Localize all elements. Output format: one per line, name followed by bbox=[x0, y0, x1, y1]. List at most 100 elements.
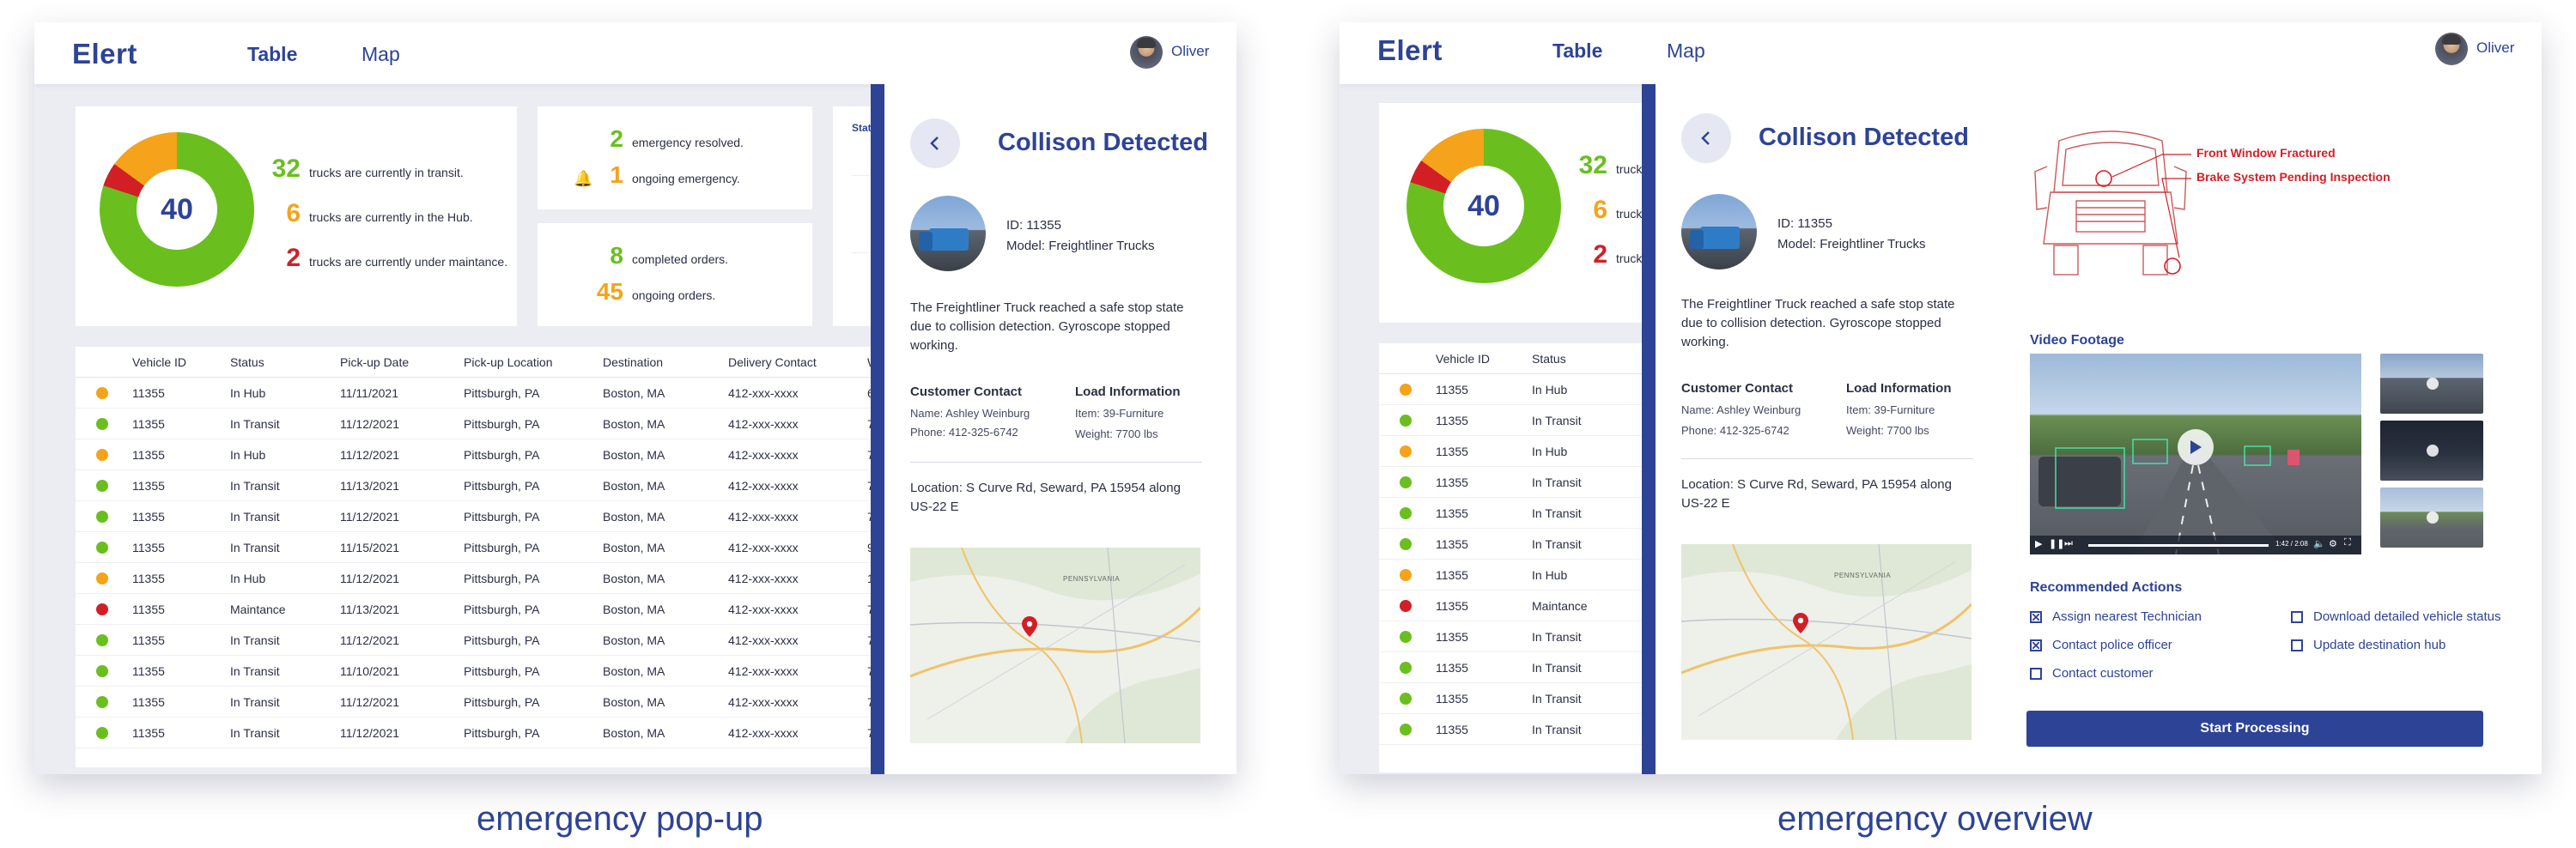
vehicle-id-cell: 11355 bbox=[1436, 691, 1468, 706]
app-logo[interactable]: Elert bbox=[1377, 34, 1443, 67]
avatar[interactable] bbox=[2435, 33, 2468, 65]
stat-number: 2 bbox=[610, 125, 623, 152]
table-row[interactable]: 11355 In Transit bbox=[1379, 498, 1654, 529]
pickup-date-cell: 11/12/2021 bbox=[340, 633, 400, 647]
action-checkbox[interactable]: Update destination hub bbox=[2291, 638, 2445, 652]
customer-phone[interactable]: Phone: 412-325-6742 bbox=[1681, 424, 1789, 437]
action-checkbox[interactable]: Download detailed vehicle status bbox=[2291, 609, 2500, 624]
recommended-actions-heading: Recommended Actions bbox=[2030, 580, 2183, 595]
status-dot bbox=[96, 695, 108, 708]
table-row[interactable]: 11355 In Hub bbox=[1379, 436, 1654, 467]
vehicle-id-cell: 11355 bbox=[132, 725, 165, 740]
table-row[interactable]: 11355 In Transit 11/10/2021 Pittsburgh, PA B… bbox=[76, 656, 902, 687]
table-row[interactable]: 11355 In Transit bbox=[1379, 529, 1654, 560]
stat-number: 32 bbox=[1578, 151, 1607, 179]
col-vehicle-id[interactable]: Vehicle ID bbox=[132, 355, 186, 369]
video-scrubber[interactable] bbox=[2088, 544, 2269, 547]
table-row[interactable]: 11355 In Transit 11/12/2021 Pittsburgh, PA B… bbox=[76, 687, 902, 718]
table-row[interactable]: 11355 In Hub 11/12/2021 Pittsburgh, PA Bosto… bbox=[76, 563, 902, 594]
checkbox-empty-icon[interactable] bbox=[2291, 610, 2303, 623]
pickup-location-cell: Pittsburgh, PA bbox=[464, 478, 540, 493]
table-row[interactable]: 11355 In Transit bbox=[1379, 714, 1654, 745]
status-cell: In Transit bbox=[230, 663, 280, 678]
video-time: 1:42 / 2:08 bbox=[2275, 540, 2308, 548]
user-name[interactable]: Oliver bbox=[2476, 39, 2514, 57]
table-row[interactable]: 11355 In Transit 11/13/2021 Pittsburgh, PA B… bbox=[76, 470, 902, 501]
settings-icon[interactable]: ⚙ bbox=[2329, 538, 2337, 549]
fullscreen-icon[interactable]: ⛶ bbox=[2344, 537, 2351, 548]
action-checkbox[interactable]: Contact customer bbox=[2030, 666, 2154, 681]
checkbox-checked-icon[interactable] bbox=[2030, 639, 2042, 651]
checkbox-checked-icon[interactable] bbox=[2030, 610, 2042, 623]
location-map[interactable]: PENNSYLVANIA bbox=[910, 548, 1200, 743]
table-row[interactable]: 11355 In Transit 11/12/2021 Pittsburgh, PA B… bbox=[76, 718, 902, 748]
vehicle-id-cell: 11355 bbox=[132, 478, 165, 493]
avatar[interactable] bbox=[1130, 36, 1163, 69]
panel-resize-bar[interactable] bbox=[871, 84, 884, 774]
pickup-location-cell: Pittsburgh, PA bbox=[464, 694, 540, 709]
emergency-popup-screen: Elert Table Map Oliver 40 32 trucks are c… bbox=[34, 22, 1236, 774]
table-row[interactable]: 11355 In Transit bbox=[1379, 652, 1654, 683]
pickup-location-cell: Pittsburgh, PA bbox=[464, 725, 540, 740]
video-player[interactable]: ▶ ❚❚ ⏭ 1:42 / 2:08 🔈 ⚙ ⛶ bbox=[2030, 354, 2361, 554]
skip-icon[interactable]: ⏭ bbox=[2064, 538, 2073, 549]
vehicle-id-cell: 11355 bbox=[1436, 536, 1468, 551]
action-checkbox[interactable]: Contact police officer bbox=[2030, 638, 2172, 652]
tab-map[interactable]: Map bbox=[1667, 39, 1705, 63]
play-small-icon[interactable]: ▶ bbox=[2035, 538, 2042, 549]
tab-table[interactable]: Table bbox=[1552, 39, 1602, 63]
back-button[interactable] bbox=[1681, 113, 1731, 163]
map-pin-icon[interactable] bbox=[1793, 613, 1808, 633]
table-row[interactable]: 11355 In Transit 11/12/2021 Pittsburgh, PA B… bbox=[76, 501, 902, 532]
table-row[interactable]: 11355 In Transit bbox=[1379, 405, 1654, 436]
col-status[interactable]: Status bbox=[230, 355, 264, 369]
checkbox-empty-icon[interactable] bbox=[2291, 639, 2303, 651]
table-row[interactable]: 11355 In Transit bbox=[1379, 467, 1654, 498]
table-row[interactable]: 11355 In Transit bbox=[1379, 683, 1654, 714]
table-header: Vehicle ID Status bbox=[1379, 343, 1654, 374]
start-processing-button[interactable]: Start Processing bbox=[2026, 711, 2483, 747]
emergency-ongoing[interactable]: 1 ongoing emergency. bbox=[572, 161, 739, 189]
status-cell: In Transit bbox=[230, 416, 280, 431]
video-thumbnail[interactable] bbox=[2380, 421, 2483, 481]
tab-map[interactable]: Map bbox=[361, 43, 400, 66]
map-pin-icon[interactable] bbox=[1022, 616, 1037, 637]
customer-phone[interactable]: Phone: 412-325-6742 bbox=[910, 426, 1018, 439]
table-row[interactable]: 11355 In Hub 11/12/2021 Pittsburgh, PA Bosto… bbox=[76, 439, 902, 470]
table-row[interactable]: 11355 In Hub bbox=[1379, 374, 1654, 405]
col-pickup-location[interactable]: Pick-up Location bbox=[464, 355, 553, 369]
destination-cell: Boston, MA bbox=[603, 385, 665, 400]
table-row[interactable]: 11355 In Hub 11/11/2021 Pittsburgh, PA Bosto… bbox=[76, 378, 902, 409]
status-dot bbox=[96, 633, 108, 646]
pickup-date-cell: 11/13/2021 bbox=[340, 602, 400, 616]
pause-icon[interactable]: ❚❚ bbox=[2049, 538, 2064, 549]
action-checkbox[interactable]: Assign nearest Technician bbox=[2030, 609, 2202, 624]
panel-resize-bar[interactable] bbox=[1642, 84, 1656, 774]
checkbox-empty-icon[interactable] bbox=[2030, 667, 2042, 680]
app-logo[interactable]: Elert bbox=[72, 38, 137, 70]
video-thumbnail[interactable] bbox=[2380, 354, 2483, 414]
incident-description: The Freightliner Truck reached a safe st… bbox=[910, 300, 1184, 353]
table-row[interactable]: 11355 Maintance bbox=[1379, 591, 1654, 621]
stat-number: 6 bbox=[286, 199, 301, 227]
col-status[interactable]: Status bbox=[1532, 352, 1566, 366]
table-row[interactable]: 11355 In Transit 11/15/2021 Pittsburgh, PA B… bbox=[76, 532, 902, 563]
divider bbox=[910, 462, 1202, 463]
user-name[interactable]: Oliver bbox=[1171, 43, 1209, 60]
col-pickup-date[interactable]: Pick-up Date bbox=[340, 355, 409, 369]
back-button[interactable] bbox=[910, 118, 960, 168]
location-map[interactable]: PENNSYLVANIA bbox=[1681, 544, 1971, 740]
col-delivery-contact[interactable]: Delivery Contact bbox=[728, 355, 817, 369]
table-row[interactable]: 11355 In Transit 11/12/2021 Pittsburgh, PA B… bbox=[76, 625, 902, 656]
col-vehicle-id[interactable]: Vehicle ID bbox=[1436, 352, 1490, 366]
play-button[interactable] bbox=[2178, 429, 2214, 465]
volume-icon[interactable]: 🔈 bbox=[2313, 538, 2325, 549]
tab-table[interactable]: Table bbox=[247, 43, 297, 66]
table-row[interactable]: 11355 In Transit 11/12/2021 Pittsburgh, PA B… bbox=[76, 409, 902, 439]
video-thumbnail[interactable] bbox=[2380, 488, 2483, 548]
table-row[interactable]: 11355 In Transit bbox=[1379, 621, 1654, 652]
col-destination[interactable]: Destination bbox=[603, 355, 663, 369]
table-row[interactable]: 11355 Maintance 11/13/2021 Pittsburgh, PA Bo… bbox=[76, 594, 902, 625]
status-dot bbox=[1400, 630, 1412, 643]
table-row[interactable]: 11355 In Hub bbox=[1379, 560, 1654, 591]
